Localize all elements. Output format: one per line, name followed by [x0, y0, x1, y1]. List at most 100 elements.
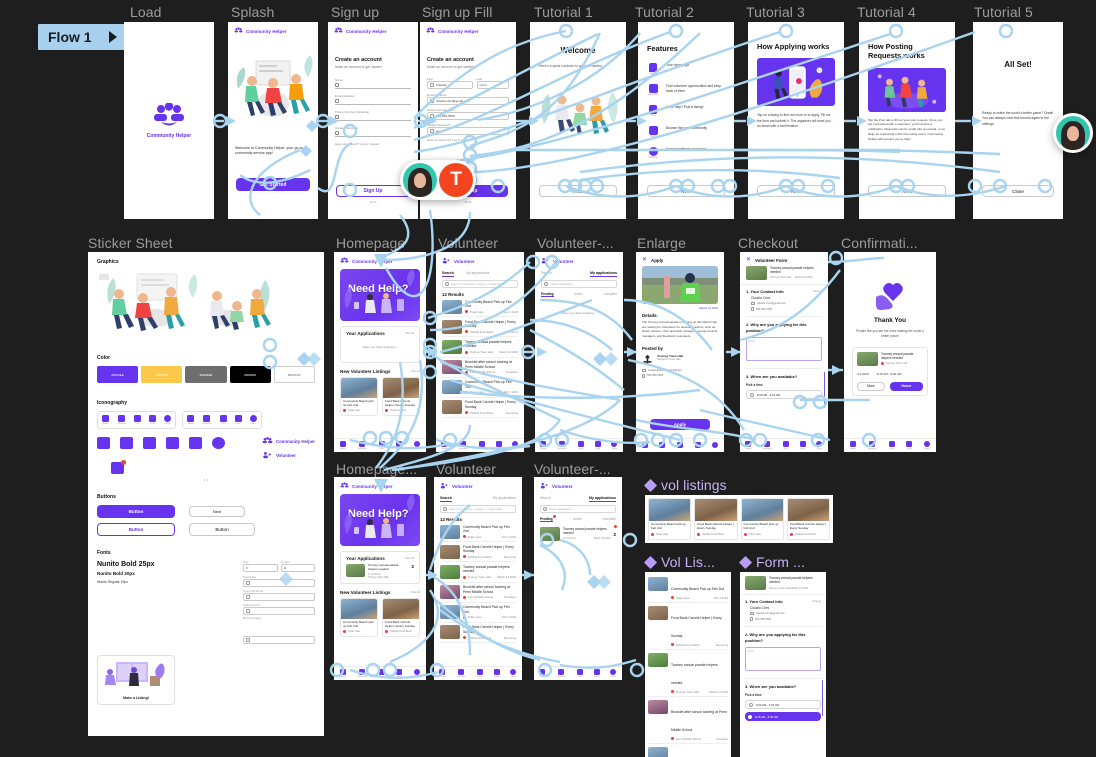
nav-feed[interactable]: Feed: [594, 440, 601, 450]
nav-volunteer[interactable]: Volunteer: [556, 668, 566, 678]
nav-volunteer[interactable]: Volunteer: [458, 440, 468, 450]
tutorial3-next-button[interactable]: Next: [757, 185, 835, 197]
frame-homepage[interactable]: Community Helper Need Help? Your Applica…: [334, 252, 426, 452]
frame-label-volunteer-list[interactable]: Volunteer: [436, 461, 496, 477]
nav-post[interactable]: Post: [378, 440, 385, 450]
list-item[interactable]: Community Beach Pick up Feb 2ndPolar Lak…: [648, 574, 728, 603]
nav-home[interactable]: Home: [339, 440, 346, 450]
nav-post[interactable]: Post: [378, 668, 385, 678]
nav-post[interactable]: Post: [576, 668, 583, 678]
nav-feed[interactable]: [694, 442, 701, 448]
tutorial5-close-button[interactable]: Close: [982, 185, 1054, 197]
listing-card[interactable]: Community Beach pick up Feb 2nd Polar Lak…: [648, 498, 692, 540]
list-item[interactable]: Brooklet after school tutoring at Penn M…: [442, 358, 518, 378]
nav-feed[interactable]: Feed: [495, 440, 502, 450]
nav-more[interactable]: More: [611, 440, 618, 450]
nav-more[interactable]: More: [924, 440, 931, 450]
flow-tag[interactable]: Flow 1: [38, 24, 128, 50]
nav-volunteer[interactable]: Volunteer: [868, 440, 877, 450]
nav-home[interactable]: Home: [745, 440, 752, 450]
list-item[interactable]: Brooklet after school tutoring at Penn M…: [440, 583, 516, 603]
confirmation-card[interactable]: Toomey annual parade helpers needed Toome…: [852, 346, 928, 396]
volunteer-list[interactable]: Community Beach Pick up Feb 2nd Polar Lak…: [434, 522, 522, 644]
search-input[interactable]: Search applications: [550, 283, 573, 286]
listing-card[interactable]: Community Beach pick up Feb 2nd Polar Lak…: [340, 377, 378, 416]
bottom-nav[interactable]: Home Volunteer Post Feed More: [334, 438, 426, 452]
signup-footnote[interactable]: Have an account? Log in instead: [335, 142, 411, 146]
signup-fill-email[interactable]: Email Address claudia.crimi@gmail.com: [427, 93, 509, 105]
signup-fill-phone[interactable]: Phone Number (Opt.) 555-555-5555: [427, 108, 509, 120]
nav-volunteer[interactable]: Volunteer: [358, 668, 367, 678]
bottom-nav[interactable]: Home Volunteer Post Feed More: [534, 666, 622, 680]
frame-label-enlarge[interactable]: Enlarge: [637, 235, 686, 251]
home-button[interactable]: Home: [889, 381, 923, 391]
q2-textarea[interactable]: Enter: [745, 647, 821, 672]
signup-fill-footnote[interactable]: Have an account? Log in instead: [427, 138, 509, 142]
filter-active[interactable]: Active: [573, 517, 582, 522]
frame-label-sticker-sheet[interactable]: Sticker Sheet: [88, 235, 173, 251]
frame-label-tutorial-1[interactable]: Tutorial 1: [534, 4, 593, 20]
make-listing-card[interactable]: Make a Listing!: [97, 655, 175, 705]
applications-empty[interactable]: None yet. Start applying >: [346, 336, 414, 358]
frame-load[interactable]: Community Helper: [124, 22, 214, 219]
q2-textarea[interactable]: Enter: [746, 337, 822, 362]
frame-volunteer-apps[interactable]: Volunteer Search My applications Search …: [535, 252, 623, 452]
volunteer-list[interactable]: Community Beach Pick up Feb 2nd Polar Lak…: [436, 297, 524, 419]
get-started-button[interactable]: Get Started: [236, 178, 310, 191]
bottom-nav[interactable]: Home Volunteer Post Feed More: [334, 666, 426, 680]
apps-empty[interactable]: None yet. Start applying >: [535, 297, 623, 315]
sticker-form-time[interactable]: Time 9: [243, 561, 278, 573]
scrollbar[interactable]: [823, 372, 825, 408]
tab-my-applications[interactable]: My applications: [590, 271, 617, 277]
org-email[interactable]: contact@toomeytownhall.gov: [648, 369, 682, 372]
search-input[interactable]: Search for a location, category, or orga…: [451, 283, 505, 286]
more-button[interactable]: More: [857, 381, 885, 391]
frame-label-homepage[interactable]: Homepage: [336, 235, 405, 251]
signup-field-phone[interactable]: Phone Number (Optional): [335, 110, 411, 121]
frame-volunteer-pending[interactable]: Volunteer Search My applications Search …: [534, 477, 622, 680]
nav-more[interactable]: More: [816, 440, 823, 450]
nav-more[interactable]: [712, 442, 719, 448]
q1-change[interactable]: Change: [813, 290, 822, 293]
nav-home[interactable]: Home: [439, 668, 446, 678]
sticker-button-outline[interactable]: Button: [97, 523, 175, 536]
tab-search[interactable]: Search: [442, 271, 454, 277]
tab-my-applications[interactable]: My applications: [493, 496, 516, 502]
bottom-nav[interactable]: Home Volunteer Post Feed More: [740, 438, 828, 452]
signup-fill-password[interactable]: Create Password ••••••••: [427, 123, 509, 135]
list-item[interactable]: Toomey annual parade helpers needed Toome…: [440, 562, 516, 583]
homepage-filled-hero[interactable]: Need Help?: [340, 494, 420, 546]
frame-sticker-sheet[interactable]: Graphics Color #6633EE #FBC84B #6E6E6E #…: [88, 252, 324, 736]
frame-tutorial-5[interactable]: All Set! Ready to make the world a bette…: [973, 22, 1063, 219]
nav-more[interactable]: More: [414, 440, 421, 450]
frame-label-volunteer[interactable]: Volunteer: [438, 235, 498, 251]
tutorial2-next-button[interactable]: Next: [647, 185, 725, 197]
signup-field-name[interactable]: Name: [335, 78, 411, 89]
frame-label-confirmation[interactable]: Confirmati...: [841, 235, 918, 251]
list-item[interactable]: Community Beach Pick up Feb 2ndPolar Lak…: [648, 744, 728, 757]
filter-pending[interactable]: Pending: [540, 515, 556, 522]
nav-more[interactable]: More: [414, 668, 421, 678]
homepage-applications-card[interactable]: Your Applications View All None yet. Star…: [340, 326, 420, 363]
sticker-button-next[interactable]: Next: [189, 506, 245, 517]
list-item[interactable]: Food Bank Carrots Helper | Every Sunday T…: [440, 542, 516, 563]
bottom-nav[interactable]: Home Volunteer Post Feed More: [535, 438, 623, 452]
listings-link[interactable]: View All: [411, 370, 420, 373]
tab-search[interactable]: Search: [440, 496, 452, 502]
figma-canvas[interactable]: Flow 1 Load Splash Sign up Sign up Fill …: [0, 0, 1096, 757]
tab-my-applications[interactable]: My applications: [466, 271, 489, 277]
close-icon[interactable]: ✕: [746, 257, 751, 263]
signup-button[interactable]: Sign Up: [336, 185, 410, 197]
apply-button[interactable]: Apply: [650, 419, 710, 430]
listing-card[interactable]: Food Bank Carrots Helper | Every Sunday T…: [694, 498, 738, 540]
list-item[interactable]: Community Beach Pick up Feb 2ndPolar Lak…: [442, 297, 518, 318]
q3-option[interactable]: 9:00 AM - 9:15 AM: [757, 393, 780, 397]
frame-label-volunteer-pending[interactable]: Volunteer-...: [534, 461, 611, 477]
nav-feed[interactable]: Feed: [493, 668, 500, 678]
signup-fill-terms[interactable]: Terms: [420, 201, 516, 204]
nav-feed[interactable]: Feed: [396, 668, 403, 678]
collaborator-avatars[interactable]: T: [400, 160, 476, 200]
list-item[interactable]: Community Beach Pick up Feb 2ndPolar Lak…: [440, 522, 516, 543]
component-label-form[interactable]: Form ...: [738, 554, 805, 570]
nav-feed[interactable]: Feed: [799, 440, 806, 450]
